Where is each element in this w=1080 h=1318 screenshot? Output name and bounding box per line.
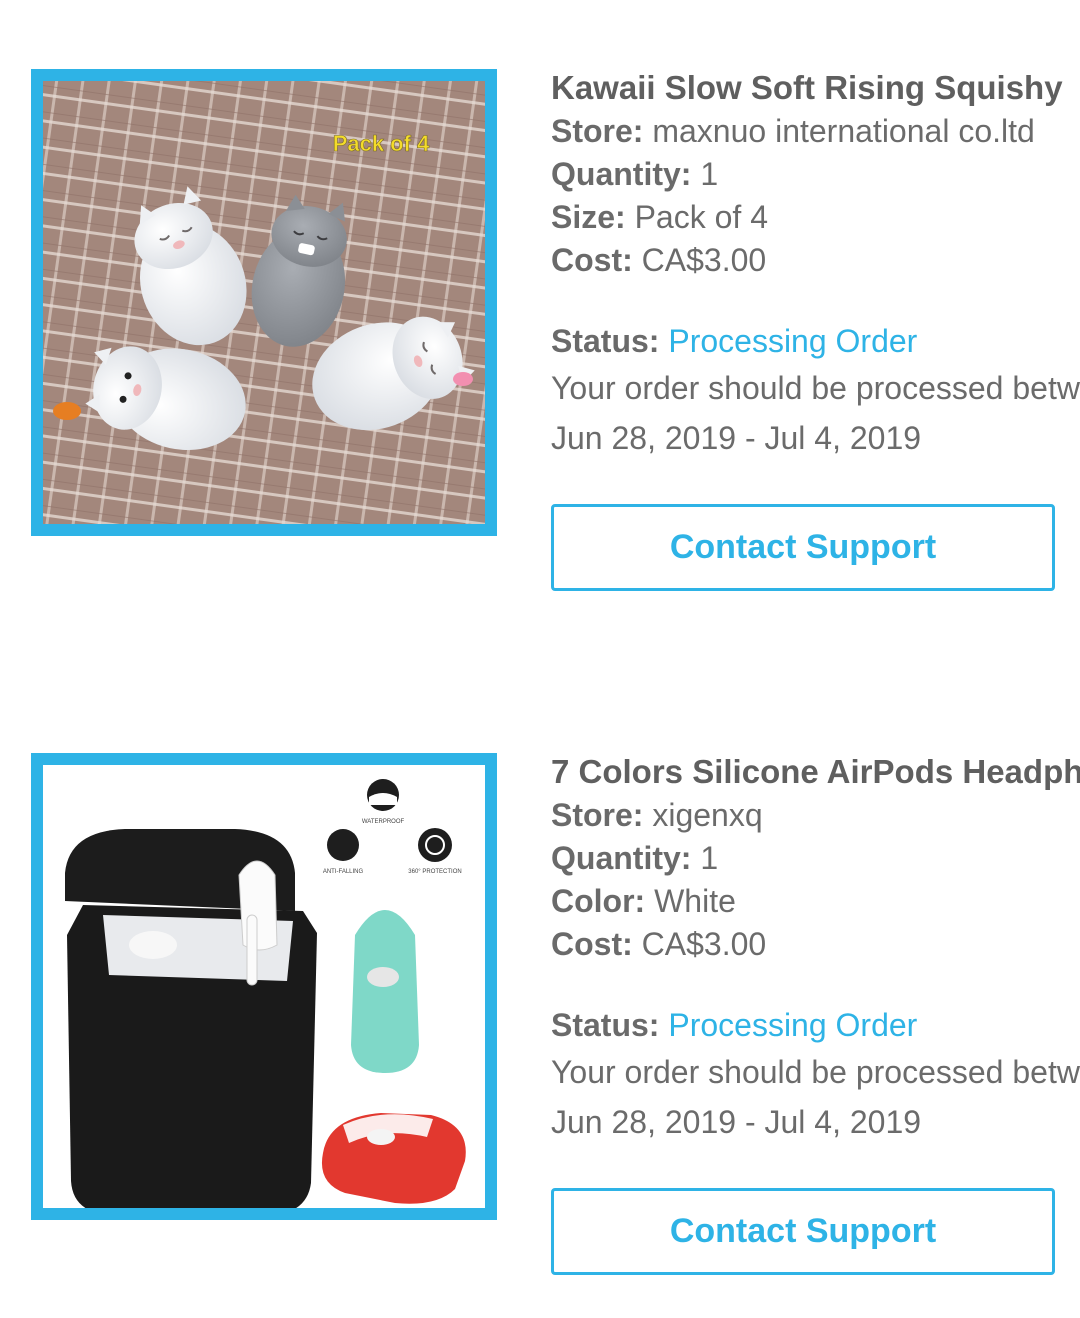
size-label: Size: bbox=[551, 199, 626, 235]
store-label: Store: bbox=[551, 113, 644, 149]
product-image-squishy[interactable]: Pack of 4 bbox=[31, 69, 497, 536]
contact-support-button[interactable]: Contact Support bbox=[551, 504, 1055, 591]
order-item: Pack of 4 Kawaii Slow Soft Rising Squish… bbox=[0, 0, 1080, 600]
cost-row: Cost: CA$3.00 bbox=[551, 923, 1080, 966]
size-value: Pack of 4 bbox=[634, 199, 768, 235]
order-details: Kawaii Slow Soft Rising Squishy Store: m… bbox=[551, 66, 1080, 463]
store-row: Store: maxnuo international co.ltd bbox=[551, 110, 1080, 153]
status-row: Status: Processing Order bbox=[551, 319, 1080, 363]
store-row: Store: xigenxq bbox=[551, 794, 1080, 837]
status-row: Status: Processing Order bbox=[551, 1003, 1080, 1047]
quantity-row: Quantity: 1 bbox=[551, 837, 1080, 880]
status-label: Status: bbox=[551, 323, 660, 359]
product-image-airpods-case[interactable]: WATERPROOF ANTI-FALLING 360° PROTECTION bbox=[31, 753, 497, 1220]
quantity-row: Quantity: 1 bbox=[551, 153, 1080, 196]
date-range: Jun 28, 2019 - Jul 4, 2019 bbox=[551, 1104, 922, 1140]
contact-support-button[interactable]: Contact Support bbox=[551, 1188, 1055, 1275]
color-value: White bbox=[654, 883, 736, 919]
status-note: Your order should be processed between bbox=[551, 1054, 1080, 1090]
order-item: WATERPROOF ANTI-FALLING 360° PROTECTION bbox=[0, 684, 1080, 1284]
cost-label: Cost: bbox=[551, 926, 633, 962]
quantity-label: Quantity: bbox=[551, 156, 692, 192]
product-title[interactable]: Kawaii Slow Soft Rising Squishy bbox=[551, 66, 1080, 110]
airpods-case-image: WATERPROOF ANTI-FALLING 360° PROTECTION bbox=[43, 765, 485, 1208]
badge-anti-falling: ANTI-FALLING bbox=[323, 869, 364, 875]
badge-waterproof: WATERPROOF bbox=[362, 819, 405, 825]
status-label: Status: bbox=[551, 1007, 660, 1043]
status-note: Your order should be processed between bbox=[551, 370, 1080, 406]
image-caption: Pack of 4 bbox=[333, 131, 430, 156]
badge-protection: 360° PROTECTION bbox=[408, 869, 461, 875]
size-row: Size: Pack of 4 bbox=[551, 196, 1080, 239]
store-value: xigenxq bbox=[652, 797, 763, 833]
color-row: Color: White bbox=[551, 880, 1080, 923]
cost-value: CA$3.00 bbox=[641, 926, 767, 962]
date-range: Jun 28, 2019 - Jul 4, 2019 bbox=[551, 420, 922, 456]
store-label: Store: bbox=[551, 797, 644, 833]
quantity-label: Quantity: bbox=[551, 840, 692, 876]
cost-label: Cost: bbox=[551, 242, 633, 278]
product-title[interactable]: 7 Colors Silicone AirPods Headphone Case bbox=[551, 750, 1080, 794]
cost-value: CA$3.00 bbox=[641, 242, 767, 278]
store-value: maxnuo international co.ltd bbox=[652, 113, 1035, 149]
squishy-cats-image: Pack of 4 bbox=[43, 81, 485, 524]
quantity-value: 1 bbox=[700, 156, 719, 192]
status-value: Processing Order bbox=[668, 323, 918, 359]
status-value: Processing Order bbox=[668, 1007, 918, 1043]
color-label: Color: bbox=[551, 883, 646, 919]
quantity-value: 1 bbox=[700, 840, 719, 876]
order-details: 7 Colors Silicone AirPods Headphone Case… bbox=[551, 750, 1080, 1147]
cost-row: Cost: CA$3.00 bbox=[551, 239, 1080, 282]
